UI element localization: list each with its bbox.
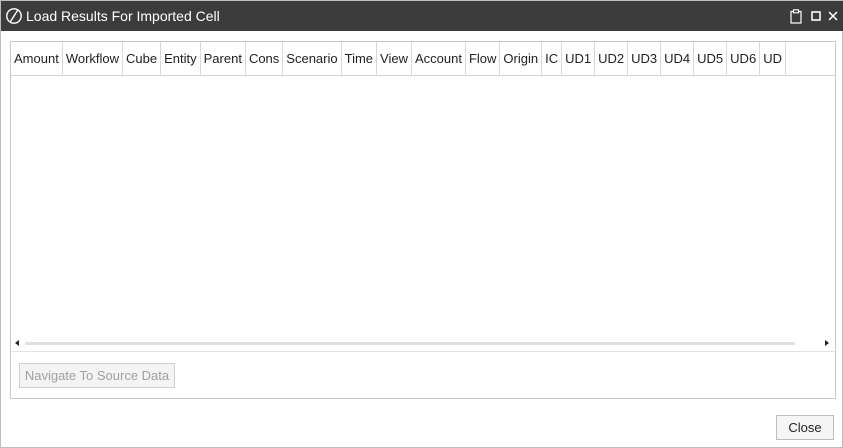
column-header-ud2[interactable]: UD2 bbox=[595, 42, 629, 75]
column-header-ud5[interactable]: UD5 bbox=[694, 42, 728, 75]
column-header-ud6[interactable]: UD6 bbox=[727, 42, 761, 75]
column-header-flow[interactable]: Flow bbox=[466, 42, 501, 75]
close-button[interactable]: Close bbox=[776, 415, 834, 440]
column-header-parent[interactable]: Parent bbox=[201, 42, 246, 75]
column-header-ud7-partial[interactable]: UD bbox=[760, 42, 786, 75]
title-bar[interactable]: Load Results For Imported Cell bbox=[1, 1, 843, 31]
scrollbar-track[interactable] bbox=[25, 342, 795, 345]
scroll-right-arrow-icon[interactable] bbox=[825, 340, 829, 346]
column-header-origin[interactable]: Origin bbox=[500, 42, 543, 75]
column-header-time[interactable]: Time bbox=[342, 42, 378, 75]
column-header-ic[interactable]: IC bbox=[542, 42, 563, 75]
grid-body bbox=[11, 77, 835, 373]
column-header-amount[interactable]: Amount bbox=[11, 42, 63, 75]
column-header-view[interactable]: View bbox=[377, 42, 412, 75]
column-header-cons[interactable]: Cons bbox=[246, 42, 284, 75]
column-header-entity[interactable]: Entity bbox=[161, 42, 201, 75]
column-header-scenario[interactable]: Scenario bbox=[283, 42, 342, 75]
column-header-account[interactable]: Account bbox=[412, 42, 466, 75]
close-icon[interactable] bbox=[825, 1, 841, 31]
navigate-to-source-button[interactable]: Navigate To Source Data bbox=[19, 363, 175, 388]
window-title: Load Results For Imported Cell bbox=[26, 8, 220, 24]
results-grid: Amount Workflow Cube Entity Parent Cons … bbox=[10, 41, 836, 399]
divider bbox=[11, 351, 835, 352]
column-header-ud3[interactable]: UD3 bbox=[628, 42, 662, 75]
horizontal-scrollbar[interactable] bbox=[11, 337, 835, 351]
column-header-ud1[interactable]: UD1 bbox=[562, 42, 596, 75]
brand-logo-icon bbox=[5, 7, 23, 25]
column-header-cube[interactable]: Cube bbox=[123, 42, 162, 75]
grid-header: Amount Workflow Cube Entity Parent Cons … bbox=[11, 42, 835, 76]
column-header-ud4[interactable]: UD4 bbox=[661, 42, 695, 75]
load-results-dialog: Load Results For Imported Cell Amount Wo… bbox=[0, 0, 843, 448]
scroll-left-arrow-icon[interactable] bbox=[15, 340, 19, 346]
column-header-workflow[interactable]: Workflow bbox=[63, 42, 124, 75]
maximize-icon[interactable] bbox=[808, 1, 824, 31]
clipboard-icon[interactable] bbox=[786, 1, 806, 31]
